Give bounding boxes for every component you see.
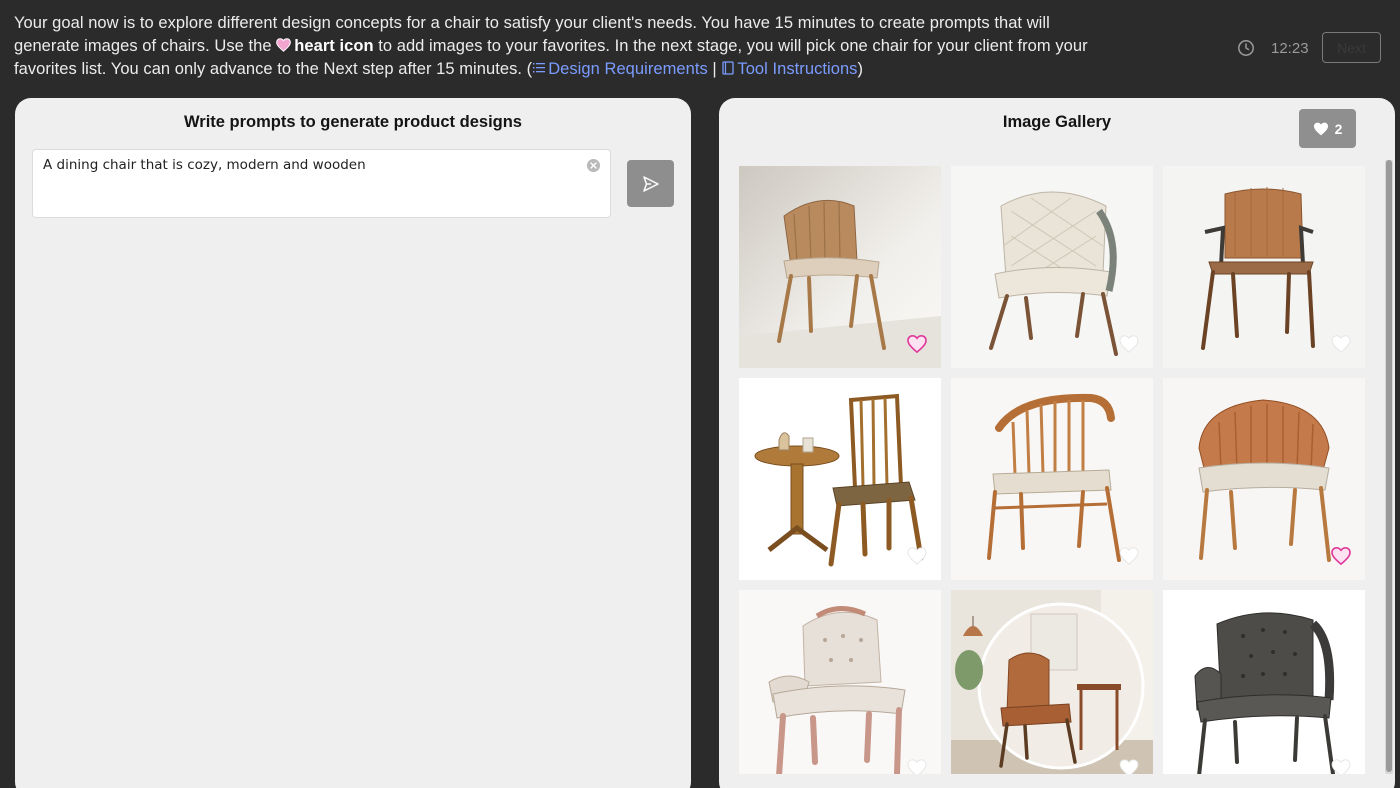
clock-icon — [1238, 40, 1254, 56]
send-icon — [642, 175, 659, 192]
heart-icon[interactable] — [1331, 335, 1351, 353]
heart-icon[interactable] — [1119, 335, 1139, 353]
clear-button[interactable] — [587, 159, 600, 172]
clear-icon — [590, 162, 597, 169]
gallery-image-1[interactable] — [739, 166, 941, 368]
gallery-image-8[interactable] — [951, 590, 1153, 774]
chair-image — [739, 590, 941, 774]
heart-icon — [276, 38, 292, 52]
design-requirements-label: Design Requirements — [548, 60, 708, 78]
heart-icon[interactable] — [907, 759, 927, 774]
prompt-input[interactable] — [43, 157, 583, 173]
tool-instructions-label: Tool Instructions — [737, 60, 858, 78]
instructions-text: Your goal now is to explore different de… — [14, 12, 1114, 81]
timer: 12:23 — [1237, 37, 1309, 59]
prompt-panel: Write prompts to generate product design… — [15, 98, 691, 788]
gallery-title: Image Gallery — [1002, 113, 1112, 131]
heart-icon[interactable] — [1119, 759, 1139, 774]
gallery-image-3[interactable] — [1163, 166, 1365, 368]
favorites-count: 2 — [1334, 120, 1343, 137]
gallery-panel: Image Gallery 2 — [719, 98, 1395, 788]
heart-icon-label: heart icon — [294, 37, 374, 55]
gallery-grid — [739, 166, 1385, 774]
heart-icon[interactable] — [1331, 547, 1351, 565]
heart-icon[interactable] — [907, 335, 927, 353]
heart-icon[interactable] — [1119, 547, 1139, 565]
heart-icon[interactable] — [1331, 759, 1351, 774]
favorites-button[interactable]: 2 — [1299, 109, 1356, 148]
prompt-box — [32, 149, 611, 218]
gallery-image-6[interactable] — [1163, 378, 1365, 580]
gallery-image-9[interactable] — [1163, 590, 1365, 774]
chair-image — [1163, 590, 1365, 774]
gallery-image-4[interactable] — [739, 378, 941, 580]
next-button[interactable]: Next — [1322, 32, 1381, 63]
timer-value: 12:23 — [1271, 39, 1309, 57]
chair-image — [951, 590, 1153, 774]
prompt-panel-title: Write prompts to generate product design… — [184, 113, 522, 131]
gallery-image-5[interactable] — [951, 378, 1153, 580]
gallery-image-7[interactable] — [739, 590, 941, 774]
heart-icon — [1313, 122, 1328, 135]
list-icon — [533, 63, 546, 73]
book-icon — [722, 61, 735, 75]
link-separator: | — [707, 60, 722, 78]
gallery-scrollbar-thumb[interactable] — [1386, 160, 1392, 772]
gallery-scrollbar[interactable] — [1385, 160, 1393, 774]
gallery-image-2[interactable] — [951, 166, 1153, 368]
tool-instructions-link[interactable]: Tool Instructions — [721, 60, 857, 78]
send-button[interactable] — [627, 160, 674, 207]
instructions-part-3: ) — [857, 60, 864, 78]
heart-icon[interactable] — [907, 547, 927, 565]
design-requirements-link[interactable]: Design Requirements — [532, 60, 708, 78]
